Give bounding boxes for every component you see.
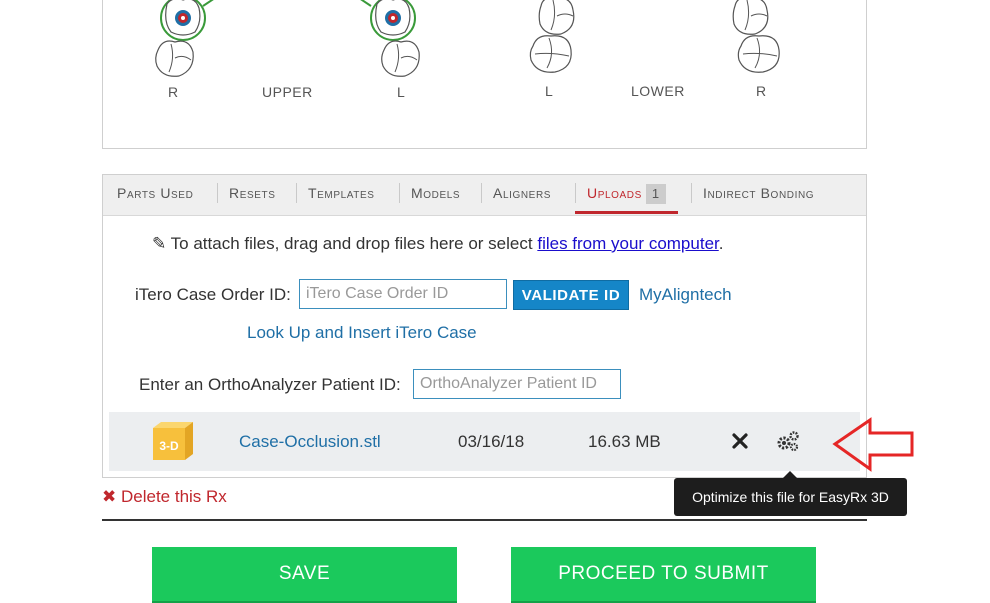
label-lower-right: R xyxy=(756,83,767,99)
divider xyxy=(102,519,867,521)
attach-instructions: ✎ To attach files, drag and drop files h… xyxy=(152,234,723,254)
validate-id-button[interactable]: VALIDATE ID xyxy=(513,280,629,310)
tooth-lower-right-lower[interactable] xyxy=(737,35,780,73)
tab-aligners[interactable]: Aligners xyxy=(493,175,551,215)
tooth-upper-right-lower[interactable] xyxy=(155,40,194,77)
tab-resets[interactable]: Resets xyxy=(229,175,276,215)
save-button[interactable]: SAVE xyxy=(152,547,457,601)
tab-separator xyxy=(575,183,576,203)
tab-parts-used[interactable]: Parts Used xyxy=(117,175,193,215)
lookup-itero-case-link[interactable]: Look Up and Insert iTero Case xyxy=(247,323,477,343)
paperclip-icon: ✎ xyxy=(152,234,167,253)
orthoanalyzer-id-label: Enter an OrthoAnalyzer Patient ID: xyxy=(139,375,401,394)
tooth-chart-panel: R UPPER L L LOWER R xyxy=(102,0,867,149)
tab-separator xyxy=(296,183,297,203)
arrow-pointer-icon xyxy=(832,417,914,472)
attach-suffix: . xyxy=(718,234,724,253)
tooth-upper-left-lower[interactable] xyxy=(381,40,420,77)
delete-file-icon[interactable] xyxy=(729,430,751,452)
delete-rx-link[interactable]: ✖ Delete this Rx xyxy=(102,487,227,507)
label-upper-left: L xyxy=(397,84,406,100)
3d-file-icon-text: 3-D xyxy=(159,439,179,453)
uploads-count-badge: 1 xyxy=(645,184,666,204)
tooth-upper-left-selected[interactable] xyxy=(359,0,416,41)
tooth-upper-right-selected[interactable] xyxy=(160,0,215,41)
file-row: 3-D Case-Occlusion.stl 03/16/18 16.63 MB xyxy=(109,412,860,471)
tooth-lower-right-upper[interactable] xyxy=(732,0,769,35)
tooth-chart-diagram xyxy=(155,0,780,77)
orthoanalyzer-id-input[interactable] xyxy=(413,369,621,399)
tab-separator xyxy=(691,183,692,203)
myaligntech-link[interactable]: MyAligntech xyxy=(639,285,732,305)
file-name-link[interactable]: Case-Occlusion.stl xyxy=(239,432,381,452)
3d-file-icon: 3-D xyxy=(153,422,193,460)
proceed-to-submit-button[interactable]: PROCEED TO SUBMIT xyxy=(511,547,816,601)
attach-text: To attach files, drag and drop files her… xyxy=(170,234,533,253)
label-upper-right: R xyxy=(168,84,179,100)
optimize-gears-icon[interactable] xyxy=(775,430,801,452)
itero-id-label: iTero Case Order ID: xyxy=(135,285,291,304)
itero-id-input[interactable] xyxy=(299,279,507,309)
file-date: 03/16/18 xyxy=(458,432,525,451)
tooth-lower-left-upper[interactable] xyxy=(538,0,575,35)
label-lower-left: L xyxy=(545,83,554,99)
tab-separator xyxy=(399,183,400,203)
optimize-tooltip: Optimize this file for EasyRx 3D xyxy=(674,471,907,516)
tab-uploads[interactable]: Uploads 1 xyxy=(575,175,678,215)
label-upper: UPPER xyxy=(262,84,313,100)
tab-models[interactable]: Models xyxy=(411,175,460,215)
tab-separator xyxy=(481,183,482,203)
tab-indirect-bonding[interactable]: Indirect Bonding xyxy=(703,175,814,215)
tab-separator xyxy=(217,183,218,203)
tab-templates[interactable]: Templates xyxy=(308,175,375,215)
uploads-panel: Parts Used Resets Templates Models Align… xyxy=(102,174,867,478)
tab-bar: Parts Used Resets Templates Models Align… xyxy=(103,175,866,216)
delete-x-icon: ✖ xyxy=(102,487,117,506)
tooth-lower-left-lower[interactable] xyxy=(529,35,572,73)
file-size: 16.63 MB xyxy=(588,432,661,451)
files-from-computer-link[interactable]: files from your computer xyxy=(537,234,718,253)
label-lower: LOWER xyxy=(631,83,685,99)
